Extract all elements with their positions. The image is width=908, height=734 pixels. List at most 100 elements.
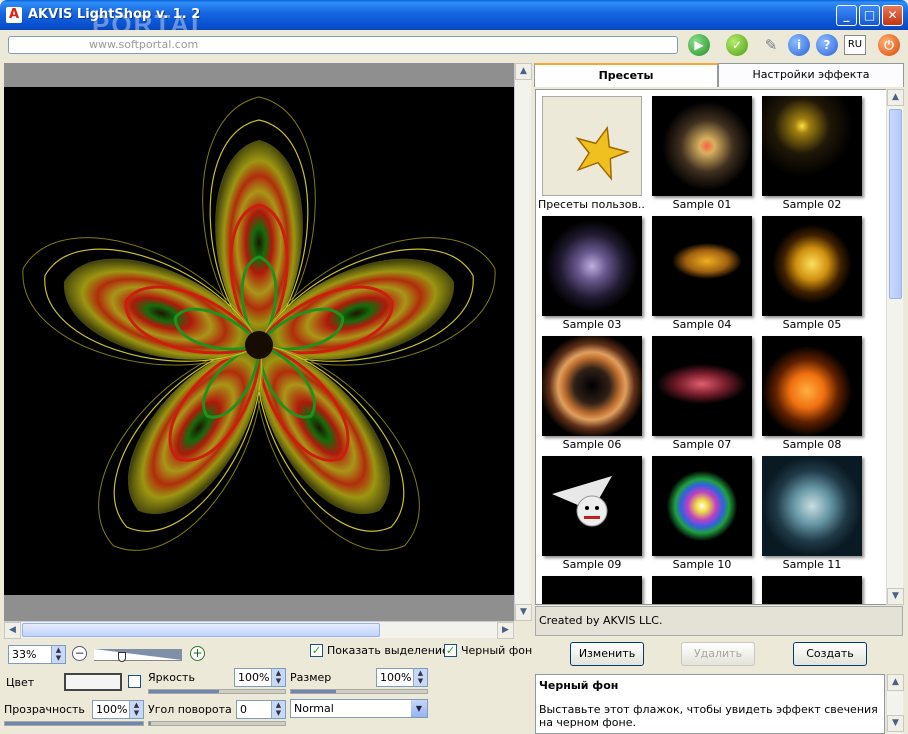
opacity-slider[interactable] [4,721,144,726]
blend-mode-select[interactable]: Normal ▼ [290,699,428,718]
opacity-value: 100% [96,703,128,716]
language-button[interactable]: RU [844,35,866,55]
canvas-horizontal-scrollbar[interactable]: ◀ ▶ [4,621,514,639]
maximize-button[interactable]: □ [859,5,880,26]
preset-caption: Sample 08 [782,438,842,451]
black-bg-checkbox[interactable]: ✓ [444,644,457,657]
scroll-up-icon[interactable]: ▲ [887,89,904,106]
preset-caption: Sample 10 [672,558,732,571]
zoom-spinner-icon[interactable]: ▲ ▼ [51,646,65,663]
scroll-up-icon[interactable]: ▲ [515,63,532,80]
preset-sample-06[interactable]: Sample 06 [538,332,644,452]
preset-caption: Sample 05 [782,318,842,331]
opacity-spinner-icon[interactable]: ▲ ▼ [129,701,143,718]
preset-caption: Sample 07 [672,438,732,451]
canvas-vertical-scrollbar[interactable]: ▲ ▼ [514,63,532,621]
preset-sample-03[interactable]: Sample 03 [538,212,644,332]
brightness-slider[interactable] [148,689,286,694]
image-canvas[interactable] [4,63,514,621]
scroll-up-icon[interactable]: ▲ [887,674,904,691]
zoom-slider[interactable] [94,649,182,661]
description-title: Черный фон [539,679,619,692]
description-panel: Черный фон Выставьте этот флажок, чтобы … [535,674,885,734]
tab-effect-settings[interactable]: Настройки эффекта [718,63,904,87]
angle-field[interactable]: 0 ▲ ▼ [236,700,286,719]
preset-sample-13[interactable] [648,572,754,604]
presets-scroll-thumb[interactable] [889,109,902,299]
scroll-down-icon[interactable]: ▼ [515,604,532,621]
brightness-spinner-icon[interactable]: ▲ ▼ [271,669,285,686]
size-spinner-icon[interactable]: ▲ ▼ [413,669,427,686]
brightness-field[interactable]: 100% ▲ ▼ [234,668,286,687]
scroll-down-icon[interactable]: ▼ [887,715,904,732]
brightness-label: Яркость [148,671,195,684]
power-icon[interactable]: ⏻ [878,34,900,56]
minimize-button[interactable]: _ [836,5,857,26]
black-bg-label: Черный фон [461,644,533,657]
preset-sample-02[interactable]: Sample 02 [758,92,864,212]
settings-wrench-icon[interactable]: ✎ [760,34,782,56]
presets-scrollbar[interactable]: ▲ ▼ [886,89,904,605]
preview-image [4,87,514,595]
zoom-in-icon[interactable]: + [190,646,205,661]
size-field[interactable]: 100% ▲ ▼ [376,668,428,687]
color-label: Цвет [6,676,35,689]
toolbar: www.softportal.com ▶ ✓ ✎ i ? RU ⏻ [0,30,908,60]
star-icon [575,125,631,181]
created-by-text: Created by AKVIS LLC. [535,606,903,636]
chevron-down-icon[interactable]: ▼ [411,700,427,717]
angle-spinner-icon[interactable]: ▲ ▼ [271,701,285,718]
preset-sample-08[interactable]: Sample 08 [758,332,864,452]
app-logo-icon: A [6,7,22,23]
angle-value: 0 [240,703,247,716]
angle-label: Угол поворота [148,703,232,716]
zoom-value: 33% [12,648,37,661]
tab-presets[interactable]: Пресеты [534,63,718,87]
info-icon[interactable]: i [788,34,810,56]
scroll-left-icon[interactable]: ◀ [4,622,21,639]
size-slider[interactable] [290,689,428,694]
preset-sample-12[interactable] [538,572,644,604]
preset-sample-01[interactable]: Sample 01 [648,92,754,212]
opacity-label: Прозрачность [4,703,85,716]
create-button[interactable]: Создать [793,642,867,666]
angle-slider[interactable] [148,721,286,726]
presets-grid: Пресеты пользов... Sample 01 Sample 02 S… [535,89,903,605]
panel-tabs: Пресеты Настройки эффекта [534,63,904,87]
apply-icon[interactable]: ✓ [726,34,748,56]
color-swatch[interactable] [64,673,122,691]
show-selection-label: Показать выделение [327,644,449,657]
preset-sample-10[interactable]: Sample 10 [648,452,754,572]
run-icon[interactable]: ▶ [688,34,710,56]
close-button[interactable]: ✕ [882,5,903,26]
scroll-right-icon[interactable]: ▶ [497,622,514,639]
zoom-field[interactable]: 33% ▲ ▼ [8,645,66,664]
preset-sample-14[interactable] [758,572,864,604]
help-icon[interactable]: ? [816,34,838,56]
title-bar: A AKVIS LightShop v. 1. 2 PORTAL _ □ ✕ [0,0,908,39]
horizontal-scroll-thumb[interactable] [22,623,380,637]
preset-caption: Sample 06 [562,438,622,451]
show-selection-checkbox[interactable]: ✓ [310,644,323,657]
preset-sample-05[interactable]: Sample 05 [758,212,864,332]
opacity-field[interactable]: 100% ▲ ▼ [92,700,144,719]
preset-sample-04[interactable]: Sample 04 [648,212,754,332]
preset-caption: Sample 04 [672,318,732,331]
preset-caption: Sample 03 [562,318,622,331]
preset-caption: Sample 02 [782,198,842,211]
preset-sample-09[interactable]: Sample 09 [538,452,644,572]
file-path-field[interactable]: www.softportal.com [8,36,678,54]
flower-effect-image [4,96,514,581]
preset-user[interactable]: Пресеты пользов... [538,92,646,212]
delete-button[interactable]: Удалить [681,642,755,666]
preset-caption: Sample 11 [782,558,842,571]
zoom-slider-handle[interactable] [118,652,126,662]
description-scrollbar[interactable]: ▲ ▼ [886,674,904,734]
scroll-down-icon[interactable]: ▼ [887,588,904,605]
preset-caption: Пресеты пользов... [538,198,646,211]
zoom-out-icon[interactable]: − [72,646,87,661]
edit-button[interactable]: Изменить [570,642,644,666]
preset-sample-11[interactable]: Sample 11 [758,452,864,572]
color-checkbox[interactable] [128,675,141,688]
preset-sample-07[interactable]: Sample 07 [648,332,754,452]
